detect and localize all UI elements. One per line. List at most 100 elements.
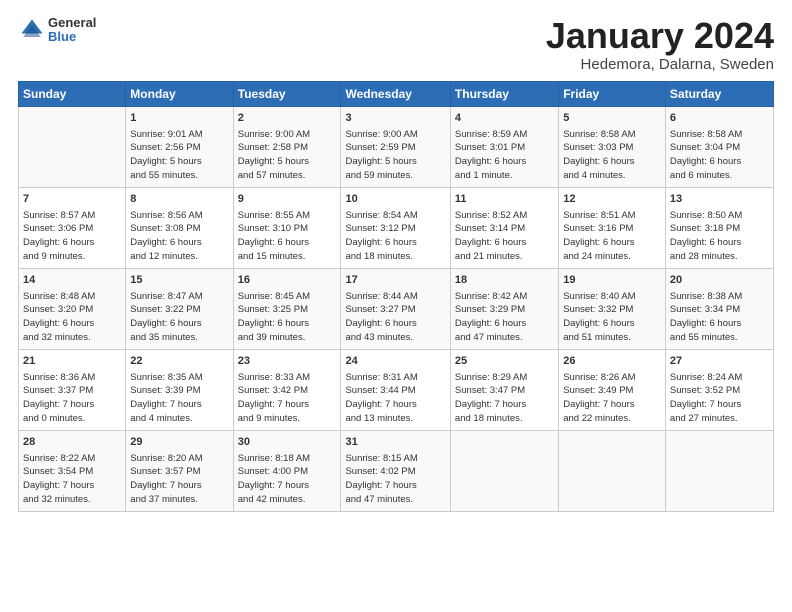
day-number: 1 [130,111,228,127]
day-content: Sunrise: 8:22 AM Sunset: 3:54 PM Dayligh… [23,452,121,507]
day-content: Sunrise: 8:26 AM Sunset: 3:49 PM Dayligh… [563,371,661,426]
day-number: 21 [23,354,121,370]
calendar-table: Sunday Monday Tuesday Wednesday Thursday… [18,81,774,512]
day-content: Sunrise: 8:33 AM Sunset: 3:42 PM Dayligh… [238,371,337,426]
header-wednesday: Wednesday [341,81,450,106]
day-content: Sunrise: 8:35 AM Sunset: 3:39 PM Dayligh… [130,371,228,426]
day-number: 5 [563,111,661,127]
calendar-cell: 8Sunrise: 8:56 AM Sunset: 3:08 PM Daylig… [126,187,233,268]
logo-icon [18,16,46,44]
day-content: Sunrise: 8:55 AM Sunset: 3:10 PM Dayligh… [238,209,337,264]
calendar-cell: 10Sunrise: 8:54 AM Sunset: 3:12 PM Dayli… [341,187,450,268]
day-content: Sunrise: 8:58 AM Sunset: 3:03 PM Dayligh… [563,128,661,183]
day-content: Sunrise: 9:00 AM Sunset: 2:59 PM Dayligh… [345,128,445,183]
calendar-cell: 5Sunrise: 8:58 AM Sunset: 3:03 PM Daylig… [559,106,666,187]
day-number: 20 [670,273,769,289]
calendar-cell: 13Sunrise: 8:50 AM Sunset: 3:18 PM Dayli… [665,187,773,268]
location: Hedemora, Dalarna, Sweden [546,56,774,73]
day-number: 16 [238,273,337,289]
calendar-cell: 11Sunrise: 8:52 AM Sunset: 3:14 PM Dayli… [450,187,558,268]
calendar-cell: 26Sunrise: 8:26 AM Sunset: 3:49 PM Dayli… [559,349,666,430]
logo-blue: Blue [48,30,96,44]
day-content: Sunrise: 8:52 AM Sunset: 3:14 PM Dayligh… [455,209,554,264]
weekday-header-row: Sunday Monday Tuesday Wednesday Thursday… [19,81,774,106]
calendar-cell: 21Sunrise: 8:36 AM Sunset: 3:37 PM Dayli… [19,349,126,430]
day-content: Sunrise: 8:58 AM Sunset: 3:04 PM Dayligh… [670,128,769,183]
day-number: 12 [563,192,661,208]
day-content: Sunrise: 8:24 AM Sunset: 3:52 PM Dayligh… [670,371,769,426]
day-number: 19 [563,273,661,289]
week-row-2: 7Sunrise: 8:57 AM Sunset: 3:06 PM Daylig… [19,187,774,268]
day-content: Sunrise: 8:50 AM Sunset: 3:18 PM Dayligh… [670,209,769,264]
day-number: 4 [455,111,554,127]
header-row: General Blue January 2024 Hedemora, Dala… [18,16,774,73]
day-number: 31 [345,435,445,451]
day-content: Sunrise: 8:36 AM Sunset: 3:37 PM Dayligh… [23,371,121,426]
calendar-cell: 2Sunrise: 9:00 AM Sunset: 2:58 PM Daylig… [233,106,341,187]
day-content: Sunrise: 8:18 AM Sunset: 4:00 PM Dayligh… [238,452,337,507]
calendar-cell [559,430,666,511]
week-row-5: 28Sunrise: 8:22 AM Sunset: 3:54 PM Dayli… [19,430,774,511]
calendar-cell: 1Sunrise: 9:01 AM Sunset: 2:56 PM Daylig… [126,106,233,187]
day-number: 25 [455,354,554,370]
calendar-cell: 15Sunrise: 8:47 AM Sunset: 3:22 PM Dayli… [126,268,233,349]
day-content: Sunrise: 8:29 AM Sunset: 3:47 PM Dayligh… [455,371,554,426]
day-number: 11 [455,192,554,208]
calendar-cell: 6Sunrise: 8:58 AM Sunset: 3:04 PM Daylig… [665,106,773,187]
day-content: Sunrise: 8:15 AM Sunset: 4:02 PM Dayligh… [345,452,445,507]
day-content: Sunrise: 8:51 AM Sunset: 3:16 PM Dayligh… [563,209,661,264]
calendar-cell: 17Sunrise: 8:44 AM Sunset: 3:27 PM Dayli… [341,268,450,349]
calendar-cell: 16Sunrise: 8:45 AM Sunset: 3:25 PM Dayli… [233,268,341,349]
day-content: Sunrise: 8:48 AM Sunset: 3:20 PM Dayligh… [23,290,121,345]
calendar-cell: 22Sunrise: 8:35 AM Sunset: 3:39 PM Dayli… [126,349,233,430]
header-tuesday: Tuesday [233,81,341,106]
header-thursday: Thursday [450,81,558,106]
day-content: Sunrise: 8:20 AM Sunset: 3:57 PM Dayligh… [130,452,228,507]
day-number: 22 [130,354,228,370]
calendar-cell: 29Sunrise: 8:20 AM Sunset: 3:57 PM Dayli… [126,430,233,511]
day-content: Sunrise: 8:45 AM Sunset: 3:25 PM Dayligh… [238,290,337,345]
day-content: Sunrise: 8:31 AM Sunset: 3:44 PM Dayligh… [345,371,445,426]
calendar-cell: 14Sunrise: 8:48 AM Sunset: 3:20 PM Dayli… [19,268,126,349]
header-friday: Friday [559,81,666,106]
calendar-cell: 31Sunrise: 8:15 AM Sunset: 4:02 PM Dayli… [341,430,450,511]
calendar-cell: 4Sunrise: 8:59 AM Sunset: 3:01 PM Daylig… [450,106,558,187]
calendar-cell: 12Sunrise: 8:51 AM Sunset: 3:16 PM Dayli… [559,187,666,268]
day-number: 27 [670,354,769,370]
calendar-cell: 28Sunrise: 8:22 AM Sunset: 3:54 PM Dayli… [19,430,126,511]
calendar-cell [19,106,126,187]
day-number: 13 [670,192,769,208]
day-content: Sunrise: 9:01 AM Sunset: 2:56 PM Dayligh… [130,128,228,183]
day-number: 29 [130,435,228,451]
week-row-4: 21Sunrise: 8:36 AM Sunset: 3:37 PM Dayli… [19,349,774,430]
calendar-cell: 24Sunrise: 8:31 AM Sunset: 3:44 PM Dayli… [341,349,450,430]
calendar-cell: 27Sunrise: 8:24 AM Sunset: 3:52 PM Dayli… [665,349,773,430]
month-title: January 2024 [546,16,774,56]
calendar-cell: 9Sunrise: 8:55 AM Sunset: 3:10 PM Daylig… [233,187,341,268]
calendar-cell: 30Sunrise: 8:18 AM Sunset: 4:00 PM Dayli… [233,430,341,511]
day-number: 6 [670,111,769,127]
day-number: 7 [23,192,121,208]
day-content: Sunrise: 9:00 AM Sunset: 2:58 PM Dayligh… [238,128,337,183]
day-number: 2 [238,111,337,127]
day-number: 28 [23,435,121,451]
day-content: Sunrise: 8:44 AM Sunset: 3:27 PM Dayligh… [345,290,445,345]
header-monday: Monday [126,81,233,106]
calendar-cell [665,430,773,511]
day-content: Sunrise: 8:47 AM Sunset: 3:22 PM Dayligh… [130,290,228,345]
day-number: 15 [130,273,228,289]
calendar-cell: 7Sunrise: 8:57 AM Sunset: 3:06 PM Daylig… [19,187,126,268]
day-number: 23 [238,354,337,370]
header-saturday: Saturday [665,81,773,106]
week-row-3: 14Sunrise: 8:48 AM Sunset: 3:20 PM Dayli… [19,268,774,349]
calendar-cell [450,430,558,511]
logo: General Blue [18,16,96,45]
day-content: Sunrise: 8:54 AM Sunset: 3:12 PM Dayligh… [345,209,445,264]
day-content: Sunrise: 8:59 AM Sunset: 3:01 PM Dayligh… [455,128,554,183]
day-number: 3 [345,111,445,127]
day-number: 26 [563,354,661,370]
day-number: 8 [130,192,228,208]
day-number: 17 [345,273,445,289]
title-block: January 2024 Hedemora, Dalarna, Sweden [546,16,774,73]
calendar-cell: 23Sunrise: 8:33 AM Sunset: 3:42 PM Dayli… [233,349,341,430]
